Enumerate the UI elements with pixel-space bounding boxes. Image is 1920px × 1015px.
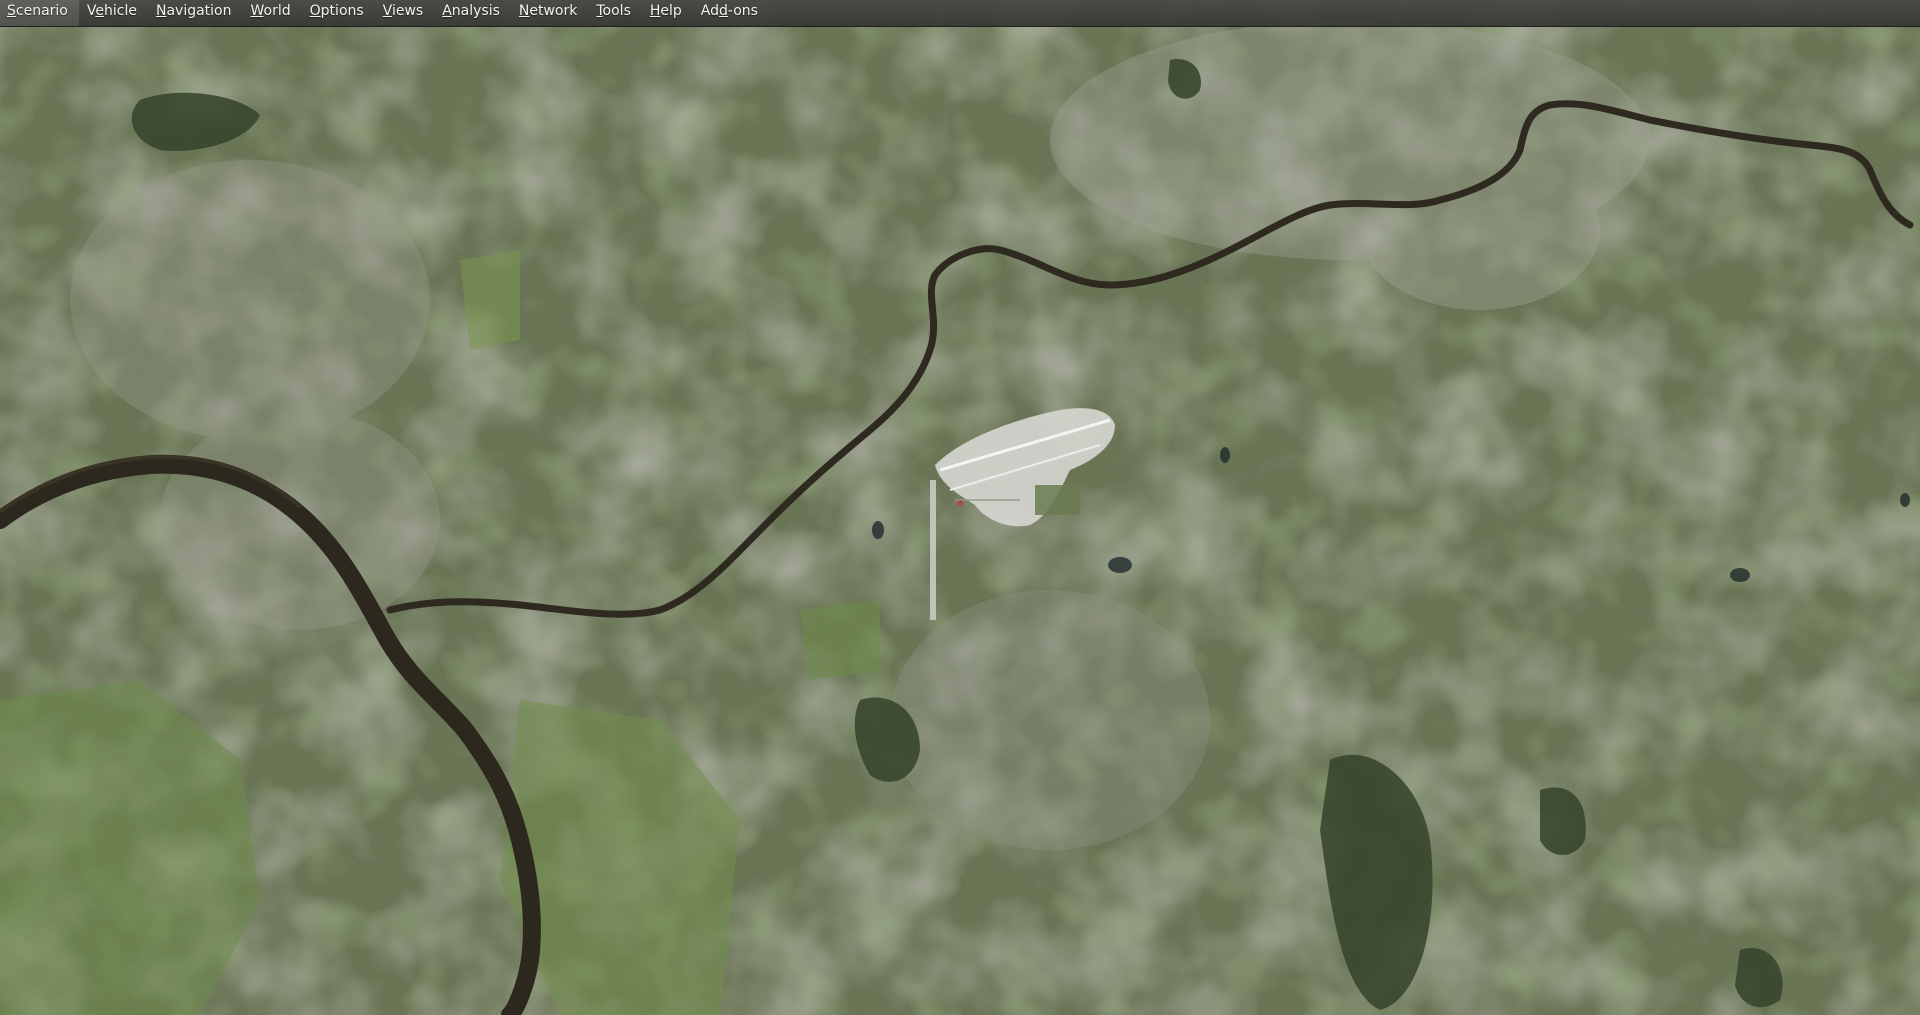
menu-navigation[interactable]: Navigation	[148, 0, 243, 26]
menu-vehicle[interactable]: Vehicle	[79, 0, 148, 26]
menu-views[interactable]: Views	[375, 0, 435, 26]
menu-help[interactable]: Help	[642, 0, 693, 26]
menu-scenario[interactable]: Scenario	[0, 0, 79, 26]
main-menubar: Scenario Vehicle Navigation World Options Vie…	[0, 0, 1920, 27]
menu-network[interactable]: Network	[511, 0, 588, 26]
menu-add-ons[interactable]: Add-ons	[693, 0, 769, 26]
satellite-map-view[interactable]	[0, 0, 1920, 1015]
menu-analysis[interactable]: Analysis	[434, 0, 511, 26]
menu-tools[interactable]: Tools	[588, 0, 642, 26]
simulator-window: Scenario Vehicle Navigation World Options Vie…	[0, 0, 1920, 1015]
menu-options[interactable]: Options	[302, 0, 375, 26]
terrain-map-canvas[interactable]	[0, 0, 1920, 1015]
menu-world[interactable]: World	[243, 0, 302, 26]
